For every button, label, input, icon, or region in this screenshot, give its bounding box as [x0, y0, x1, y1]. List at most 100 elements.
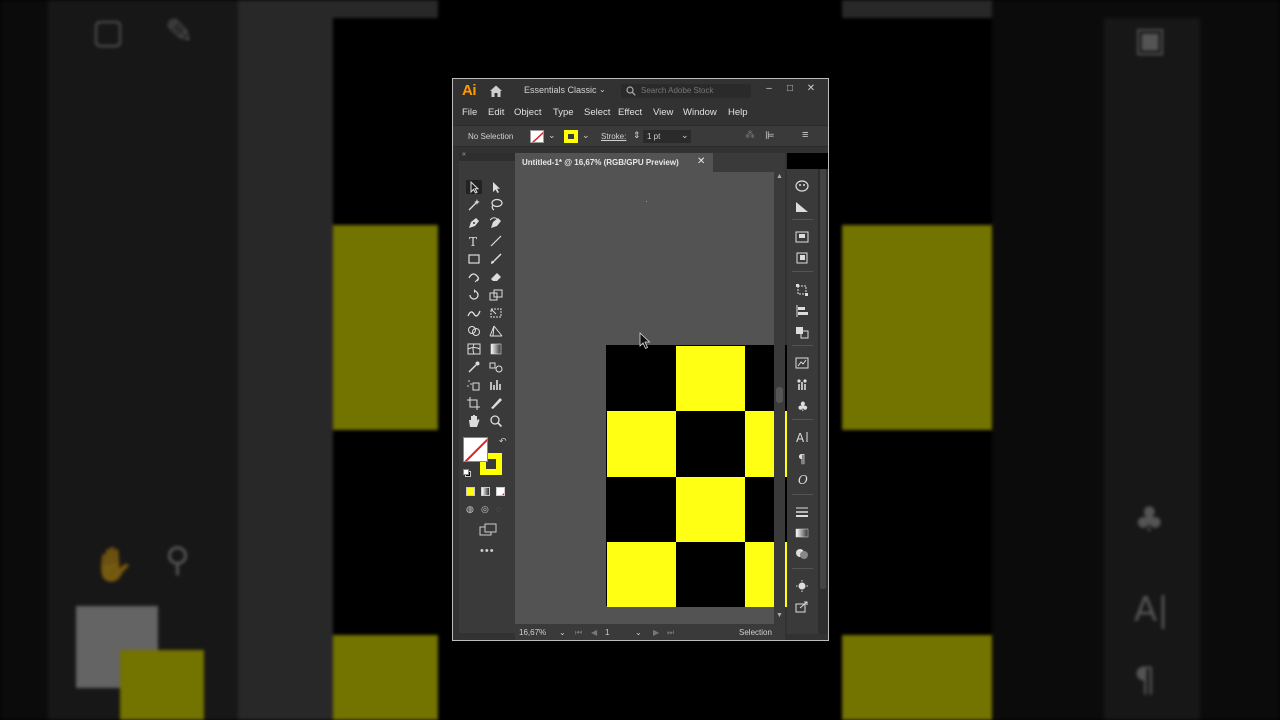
gradient-tool-icon[interactable] — [488, 342, 504, 356]
symbols-club-icon[interactable]: ♣ — [794, 398, 810, 412]
mesh-tool-icon[interactable] — [466, 342, 482, 356]
transparency-panel-icon[interactable] — [794, 547, 810, 561]
asset-export-icon[interactable] — [794, 251, 810, 265]
menu-view[interactable]: View — [653, 107, 673, 118]
close-document-icon[interactable]: ✕ — [697, 156, 705, 167]
checker-cell-black[interactable] — [607, 346, 676, 412]
menu-effect[interactable]: Effect — [618, 107, 642, 118]
panel-dock-header[interactable] — [787, 153, 828, 169]
stroke-chevron-icon[interactable]: ⌄ — [582, 130, 590, 141]
line-segment-tool-icon[interactable] — [488, 234, 504, 248]
tools-panel-header[interactable]: « — [459, 151, 515, 161]
opentype-panel-icon[interactable]: O — [794, 472, 810, 486]
artboard-number[interactable]: 1 — [605, 628, 609, 637]
stroke-label[interactable]: Stroke: — [601, 132, 626, 141]
color-guide-icon[interactable] — [794, 200, 810, 214]
checker-cell-black[interactable] — [676, 541, 745, 607]
previous-artboard-icon[interactable]: ◀ — [591, 628, 597, 637]
artboard-chevron-icon[interactable]: ⌄ — [635, 628, 642, 637]
next-artboard-icon[interactable]: ▶ — [653, 628, 659, 637]
menu-help[interactable]: Help — [728, 107, 748, 118]
checker-cell-black[interactable] — [607, 476, 676, 542]
workspace-switcher[interactable]: Essentials Classic — [524, 85, 597, 95]
checker-cell-yellow[interactable] — [607, 541, 676, 607]
selection-tool-icon[interactable] — [466, 180, 482, 194]
draw-normal-icon[interactable]: ◍ — [466, 504, 474, 515]
stroke-stepper-icon[interactable]: ⇕ — [633, 130, 641, 141]
paintbrush-tool-icon[interactable] — [488, 252, 504, 266]
blend-tool-icon[interactable] — [488, 360, 504, 374]
transform-icon[interactable]: ⁂ — [745, 130, 755, 141]
align-icon[interactable]: ⊫ — [765, 129, 775, 142]
scroll-down-icon[interactable]: ▼ — [776, 612, 783, 619]
last-artboard-icon[interactable]: ⏭ — [667, 628, 674, 638]
color-mode-button[interactable] — [466, 487, 475, 496]
canvas[interactable] — [515, 172, 814, 624]
zoom-chevron-icon[interactable]: ⌄ — [559, 628, 566, 637]
restore-button[interactable]: □ — [784, 83, 796, 94]
fill-color-swatch[interactable] — [463, 437, 488, 462]
gradient-panel-icon[interactable] — [794, 526, 810, 540]
current-tool-status[interactable]: Selection — [739, 628, 772, 637]
eyedropper-tool-icon[interactable] — [466, 360, 482, 374]
draw-inside-icon[interactable]: ◌ — [496, 504, 501, 514]
menu-edit[interactable]: Edit — [488, 107, 504, 118]
artboard-tool-icon[interactable] — [466, 396, 482, 410]
home-icon[interactable] — [489, 84, 503, 98]
pen-tool-icon[interactable] — [466, 216, 482, 230]
checker-cell-yellow[interactable] — [676, 346, 745, 412]
align-panel-icon[interactable] — [794, 304, 810, 318]
curvature-tool-icon[interactable] — [488, 216, 504, 230]
free-transform-tool-icon[interactable] — [488, 306, 504, 320]
stroke-swatch-control[interactable] — [564, 130, 578, 143]
draw-behind-icon[interactable]: ◎ — [481, 504, 489, 515]
menu-select[interactable]: Select — [584, 107, 610, 118]
pathfinder-icon[interactable] — [794, 325, 810, 339]
layers-export-icon[interactable] — [794, 600, 810, 614]
type-tool-icon[interactable]: T — [466, 234, 482, 248]
character-panel-icon[interactable]: A — [794, 430, 810, 444]
document-tab[interactable]: Untitled-1* @ 16,67% (RGB/GPU Preview) ✕ — [515, 153, 713, 172]
close-button[interactable]: ✕ — [805, 83, 817, 94]
search-stock-field[interactable]: Search Adobe Stock — [621, 84, 751, 98]
dock-scrollbar[interactable] — [818, 169, 828, 634]
scale-tool-icon[interactable] — [488, 288, 504, 302]
checker-cell-yellow[interactable] — [676, 476, 745, 542]
brushes-icon[interactable] — [794, 377, 810, 391]
transform-panel-icon[interactable] — [794, 283, 810, 297]
checker-cell-black[interactable] — [676, 411, 745, 477]
screen-mode-icon[interactable] — [479, 523, 497, 536]
vertical-scrollbar[interactable]: ▲ ▼ — [774, 172, 785, 624]
zoom-tool-icon[interactable] — [488, 414, 504, 428]
rectangle-tool-icon[interactable] — [466, 252, 482, 266]
cc-libraries-icon[interactable] — [794, 230, 810, 244]
column-graph-tool-icon[interactable] — [488, 378, 504, 392]
menu-file[interactable]: File — [462, 107, 477, 118]
minimize-button[interactable]: – — [763, 83, 775, 94]
stroke-weight-chevron-icon[interactable]: ⌄ — [681, 130, 689, 141]
fill-swatch-control[interactable] — [530, 130, 544, 143]
default-fill-stroke-icon[interactable] — [463, 469, 471, 477]
eraser-tool-icon[interactable] — [488, 270, 504, 284]
magic-wand-tool-icon[interactable] — [466, 198, 482, 212]
image-trace-icon[interactable] — [794, 356, 810, 370]
edit-toolbar-icon[interactable]: ••• — [480, 545, 495, 557]
color-panel-icon[interactable] — [794, 179, 810, 193]
menu-window[interactable]: Window — [683, 107, 717, 118]
direct-selection-tool-icon[interactable] — [488, 180, 504, 194]
fill-chevron-icon[interactable]: ⌄ — [548, 130, 556, 141]
perspective-grid-tool-icon[interactable] — [488, 324, 504, 338]
menu-object[interactable]: Object — [514, 107, 541, 118]
dock-scroll-thumb[interactable] — [820, 169, 826, 589]
first-artboard-icon[interactable]: ⏮ — [575, 628, 582, 638]
none-mode-button[interactable] — [496, 487, 505, 496]
chevron-down-icon[interactable]: ⌄ — [599, 85, 606, 94]
slice-tool-icon[interactable] — [488, 396, 504, 410]
symbol-sprayer-tool-icon[interactable] — [466, 378, 482, 392]
warp-tool-icon[interactable] — [466, 306, 482, 320]
gradient-mode-button[interactable] — [481, 487, 490, 496]
shape-builder-tool-icon[interactable] — [466, 324, 482, 338]
checker-cell-yellow[interactable] — [607, 411, 676, 477]
lasso-tool-icon[interactable] — [488, 198, 504, 212]
panel-menu-icon[interactable]: ≡ — [802, 129, 808, 141]
